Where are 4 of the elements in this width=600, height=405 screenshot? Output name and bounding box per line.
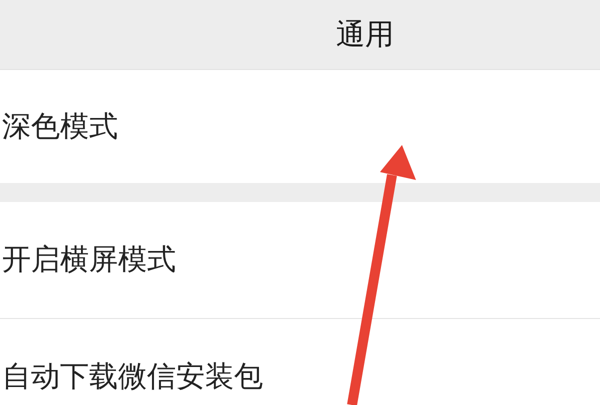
page-title: 通用 bbox=[336, 16, 394, 52]
setting-item[interactable]: 自动下载微信安装包 bbox=[0, 357, 263, 397]
setting-item[interactable]: 开启横屏模式 bbox=[0, 240, 176, 280]
setting-item[interactable]: 深色模式 bbox=[0, 106, 118, 146]
